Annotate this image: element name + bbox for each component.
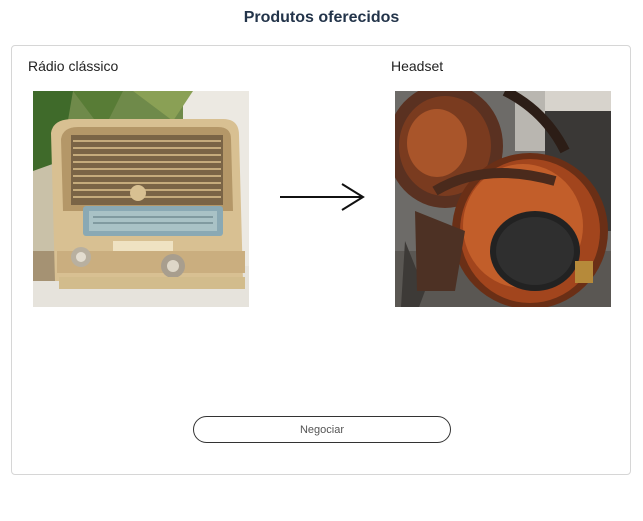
page-title: Produtos oferecidos: [243, 9, 400, 26]
offered-product-name: Rádio clássico: [28, 58, 119, 74]
requested-product-name: Headset: [391, 58, 444, 74]
radio-image: [33, 91, 249, 307]
negotiate-button[interactable]: Negociar: [193, 416, 451, 443]
arrow-right-icon: [280, 183, 365, 211]
headset-image: [395, 91, 611, 307]
offer-card: Rádio clássico Headset Negociar: [11, 45, 631, 475]
